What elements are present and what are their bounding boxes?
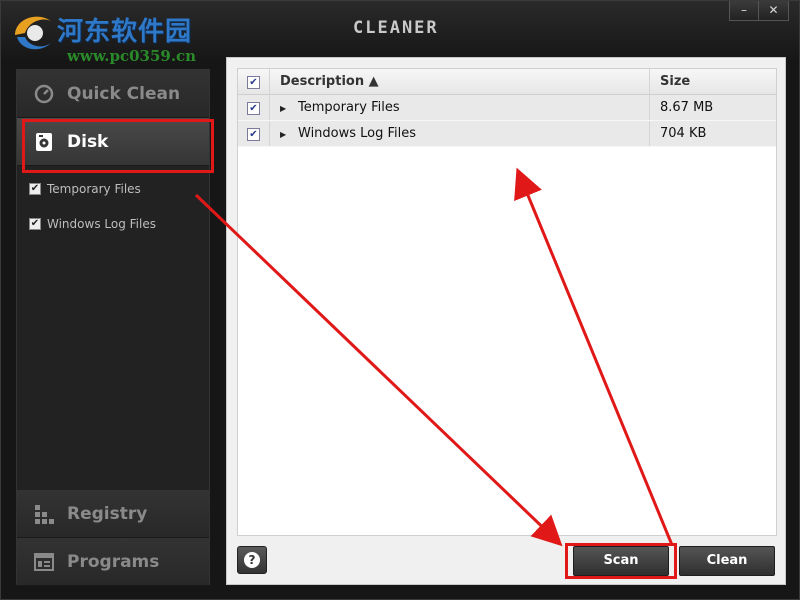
watermark-logo bbox=[15, 16, 51, 50]
title-bar: 河东软件园 www.pc0359.cn CLEANER – ✕ bbox=[1, 1, 800, 65]
help-button[interactable]: ? bbox=[237, 546, 267, 574]
gauge-icon bbox=[34, 84, 54, 103]
nav-label: Quick Clean bbox=[67, 83, 181, 104]
app-window: 河东软件园 www.pc0359.cn CLEANER – ✕ Quick Cl… bbox=[0, 0, 800, 600]
programs-icon bbox=[34, 552, 54, 571]
table-row[interactable]: ✔ ▶ Temporary Files 8.67 MB bbox=[238, 95, 776, 121]
row-size: 704 KB bbox=[660, 126, 707, 141]
row-checkbox[interactable]: ✔ bbox=[247, 128, 260, 141]
row-description: Windows Log Files bbox=[298, 126, 417, 141]
checkbox[interactable]: ✔ bbox=[29, 183, 41, 195]
row-size: 8.67 MB bbox=[660, 100, 714, 115]
disk-item-windows-log-files[interactable]: ✔ Windows Log Files bbox=[29, 215, 156, 233]
disk-item-label: Windows Log Files bbox=[47, 217, 156, 231]
window-controls: – ✕ bbox=[729, 1, 789, 21]
disk-item-label: Temporary Files bbox=[47, 182, 141, 196]
row-checkbox[interactable]: ✔ bbox=[247, 102, 260, 115]
row-description-cell: ▶ Windows Log Files bbox=[270, 121, 650, 146]
minimize-button[interactable]: – bbox=[729, 1, 759, 21]
row-description-cell: ▶ Temporary Files bbox=[270, 95, 650, 120]
select-all-checkbox[interactable]: ✔ bbox=[247, 76, 260, 89]
expand-caret-icon[interactable]: ▶ bbox=[280, 96, 290, 122]
row-description: Temporary Files bbox=[298, 100, 400, 115]
expand-caret-icon[interactable]: ▶ bbox=[280, 122, 290, 148]
annotation-box-scan bbox=[565, 543, 677, 579]
header-check-cell: ✔ bbox=[238, 69, 270, 94]
help-icon: ? bbox=[244, 552, 260, 568]
nav-programs[interactable]: Programs bbox=[17, 538, 209, 586]
results-list: ✔ Description ▲ Size ✔ ▶ Temporary Files … bbox=[237, 68, 777, 536]
nav-registry[interactable]: Registry bbox=[17, 490, 209, 538]
row-check-cell: ✔ bbox=[238, 95, 270, 120]
checkbox[interactable]: ✔ bbox=[29, 218, 41, 230]
watermark-url: www.pc0359.cn bbox=[67, 47, 197, 65]
clean-button[interactable]: Clean bbox=[679, 546, 775, 576]
annotation-box-disk bbox=[22, 119, 214, 173]
column-size-header[interactable]: Size bbox=[650, 69, 776, 94]
nav-label: Registry bbox=[67, 503, 148, 524]
nav-quick-clean[interactable]: Quick Clean bbox=[17, 70, 209, 118]
disk-item-temporary-files[interactable]: ✔ Temporary Files bbox=[29, 180, 141, 198]
main-panel: ✔ Description ▲ Size ✔ ▶ Temporary Files … bbox=[226, 57, 786, 585]
close-button[interactable]: ✕ bbox=[759, 1, 789, 21]
table-row[interactable]: ✔ ▶ Windows Log Files 704 KB bbox=[238, 121, 776, 147]
column-description-header[interactable]: Description ▲ bbox=[270, 69, 650, 94]
app-title: CLEANER bbox=[353, 18, 439, 38]
watermark-site-name: 河东软件园 bbox=[57, 17, 193, 47]
registry-icon bbox=[35, 504, 54, 524]
list-header: ✔ Description ▲ Size bbox=[238, 69, 776, 95]
row-check-cell: ✔ bbox=[238, 121, 270, 146]
nav-label: Programs bbox=[67, 551, 160, 572]
